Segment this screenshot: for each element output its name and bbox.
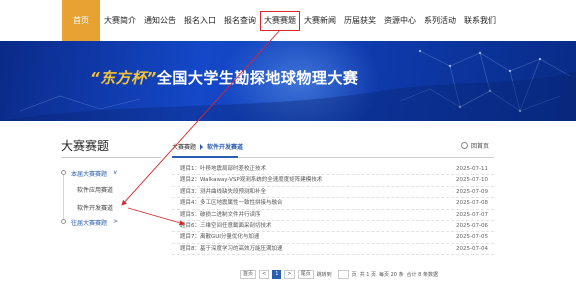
top-navigation-bar: 首页 大赛简介 通知公告 报名入口 报名查询 大赛赛题 大赛新闻 历届获奖 资源… xyxy=(0,0,576,41)
content-divider-accent xyxy=(172,156,238,158)
nav-contest-problems[interactable]: 大赛赛题 xyxy=(260,0,300,41)
pager-total-items: 合计 8 条数据 xyxy=(406,271,438,278)
pager-total-pages: 共 1 页 xyxy=(359,271,377,278)
pager-first-button[interactable]: 首页 xyxy=(240,269,257,279)
list-item-title[interactable]: 题目7：离散GUI分量优化与加速 xyxy=(180,232,259,243)
list-item-title[interactable]: 题目3：测井曲线缺失段预测和补全 xyxy=(180,187,266,198)
list-item[interactable]: 题目3：测井曲线缺失段预测和补全 2025-07-09 xyxy=(172,187,494,199)
list-item-date: 2025-07-06 xyxy=(456,222,488,229)
pager-page-unit: 页 xyxy=(351,271,357,278)
sidebar-title: 大赛赛题 xyxy=(61,139,110,153)
nav-activities[interactable]: 系列活动 xyxy=(420,0,460,41)
problem-list: 题目1：叶移地震局部时差校正技术 2025-07-11 题目2：Walkaway… xyxy=(172,164,494,256)
list-item-title[interactable]: 题目1：叶移地震局部时差校正技术 xyxy=(180,164,266,175)
breadcrumb: 大赛赛题 软件开发赛道 xyxy=(172,142,243,151)
pager-prev-button[interactable]: < xyxy=(259,269,270,279)
chevron-right-icon[interactable]: > xyxy=(113,218,118,225)
list-item-date: 2025-07-05 xyxy=(456,234,488,241)
list-item[interactable]: 题目2：Walkaway-VSP观测系统的全速度度矩阵建模技术 2025-07-… xyxy=(172,175,494,187)
sidebar-divider xyxy=(61,157,161,158)
breadcrumb-root[interactable]: 大赛赛题 xyxy=(172,142,196,151)
pager-next-button[interactable]: > xyxy=(284,269,295,279)
nav-news[interactable]: 大赛新闻 xyxy=(300,0,340,41)
list-item[interactable]: 题目4：多工区地震属性一致性拼接与融合 2025-07-08 xyxy=(172,198,494,210)
pager-jump-input[interactable] xyxy=(337,269,349,279)
nav-register[interactable]: 报名入口 xyxy=(180,0,220,41)
nav-resources[interactable]: 资源中心 xyxy=(380,0,420,41)
nav-notices[interactable]: 通知公告 xyxy=(140,0,180,41)
breadcrumb-separator-icon xyxy=(200,143,204,150)
list-item-title[interactable]: 题目2：Walkaway-VSP观测系统的全速度度矩阵建模技术 xyxy=(180,175,322,186)
home-icon xyxy=(461,142,468,149)
list-item-title[interactable]: 题目5：破损二进制文件并行读序 xyxy=(180,210,261,221)
list-item-date: 2025-07-11 xyxy=(456,166,488,172)
list-item[interactable]: 题目7：离散GUI分量优化与加速 2025-07-05 xyxy=(172,232,494,244)
breadcrumb-current: 软件开发赛道 xyxy=(207,144,244,151)
nav-contact[interactable]: 联系我们 xyxy=(460,0,500,41)
sidebar-tree-line xyxy=(63,170,64,222)
list-item-title[interactable]: 题目6：三维空间任意截面采剖切技术 xyxy=(180,221,272,232)
list-item[interactable]: 题目1：叶移地震局部时差校正技术 2025-07-11 xyxy=(172,164,494,176)
banner-title-text: 全国大学生勘探地球物理大赛 xyxy=(156,69,359,87)
pager-per-page: 每页 20 条 xyxy=(379,271,404,278)
nav-register-query[interactable]: 报名查询 xyxy=(220,0,260,41)
pager-last-button[interactable]: 尾页 xyxy=(297,269,314,279)
list-item-date: 2025-07-09 xyxy=(456,188,488,195)
hero-banner: “东方杯”全国大学生勘探地球物理大赛 xyxy=(0,41,576,121)
sidebar-item-current-problems[interactable]: 本届大赛赛题 xyxy=(71,169,107,178)
pager-page-button[interactable]: 1 xyxy=(272,269,282,279)
list-item[interactable]: 题目8：基于深度学习的高效万能压满加速 2025-07-04 xyxy=(172,244,494,256)
tree-node-icon xyxy=(61,170,66,175)
tree-node-icon xyxy=(61,219,66,224)
list-item-date: 2025-07-10 xyxy=(456,177,488,184)
pagination: 首页 < 1 > 尾页 跳转到 页 共 1 页 每页 20 条 合计 8 条数据 xyxy=(240,269,441,279)
chevron-down-icon[interactable]: ∨ xyxy=(113,169,117,176)
list-item[interactable]: 题目6：三维空间任意截面采剖切技术 2025-07-06 xyxy=(172,221,494,233)
sidebar-item-software-development[interactable]: 软件开发赛道 xyxy=(77,203,113,212)
list-item[interactable]: 题目5：破损二进制文件并行读序 2025-07-07 xyxy=(172,210,494,221)
main-nav: 首页 大赛简介 通知公告 报名入口 报名查询 大赛赛题 大赛新闻 历届获奖 资源… xyxy=(62,0,500,41)
list-item-title[interactable]: 题目8：基于深度学习的高效万能压满加速 xyxy=(180,244,283,255)
banner-brand: “东方杯” xyxy=(90,69,157,87)
banner-title: “东方杯”全国大学生勘探地球物理大赛 xyxy=(90,67,358,88)
list-item-date: 2025-07-07 xyxy=(456,211,488,218)
nav-past-awards[interactable]: 历届获奖 xyxy=(340,0,380,41)
sidebar-item-past-problems[interactable]: 往届大赛赛题 xyxy=(71,218,107,227)
nav-home[interactable]: 首页 xyxy=(62,0,100,41)
pager-jump-label: 跳转到 xyxy=(316,271,332,278)
back-home-label: 回首页 xyxy=(471,143,490,150)
sidebar-item-software-application[interactable]: 软件应用赛道 xyxy=(77,185,113,194)
list-item-date: 2025-07-08 xyxy=(456,200,488,207)
list-item-title[interactable]: 题目4：多工区地震属性一致性拼接与融合 xyxy=(180,198,283,209)
nav-about[interactable]: 大赛简介 xyxy=(100,0,140,41)
list-item-date: 2025-07-04 xyxy=(456,245,488,252)
back-home-link[interactable]: 回首页 xyxy=(461,141,489,150)
